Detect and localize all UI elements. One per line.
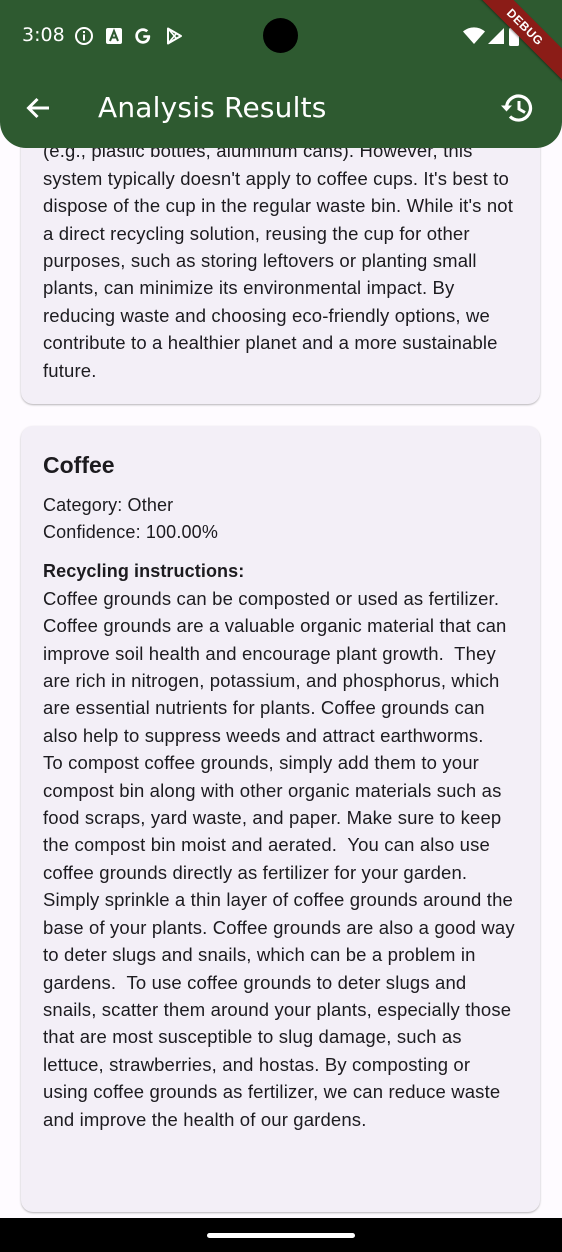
info-icon [75,27,93,45]
google-icon [135,28,151,44]
result-card-coffee: Coffee Category: Other Confidence: 100.0… [21,426,540,1212]
item-category: Category: Other [43,495,174,515]
wifi-icon [463,27,485,44]
recycling-instructions-text: Coffee grounds can be composted or used … [43,587,521,1130]
history-button[interactable] [498,88,538,128]
status-bar: 3:08 [0,0,562,72]
app-bar: 3:08 Analysis Results DEBUG [0,0,562,148]
recycling-instructions-text: (e.g., plastic bottles, aluminum cans). … [43,140,519,381]
a-notification-icon [106,28,122,44]
history-icon [501,94,533,122]
page-title: Analysis Results [98,91,327,124]
home-gesture-handle[interactable] [207,1233,355,1238]
back-button[interactable] [18,88,58,128]
recycling-instructions-label: Recycling instructions: [43,560,245,581]
arrow-back-icon [26,97,49,119]
item-confidence: Confidence: 100.00% [43,522,218,543]
signal-icon [488,28,504,44]
results-list[interactable]: (e.g., plastic bottles, aluminum cans). … [0,0,562,1218]
system-navigation-bar [0,1218,562,1252]
front-camera [263,18,298,53]
item-name: Coffee [43,452,115,478]
play-store-icon [167,27,182,45]
status-time: 3:08 [22,24,65,46]
